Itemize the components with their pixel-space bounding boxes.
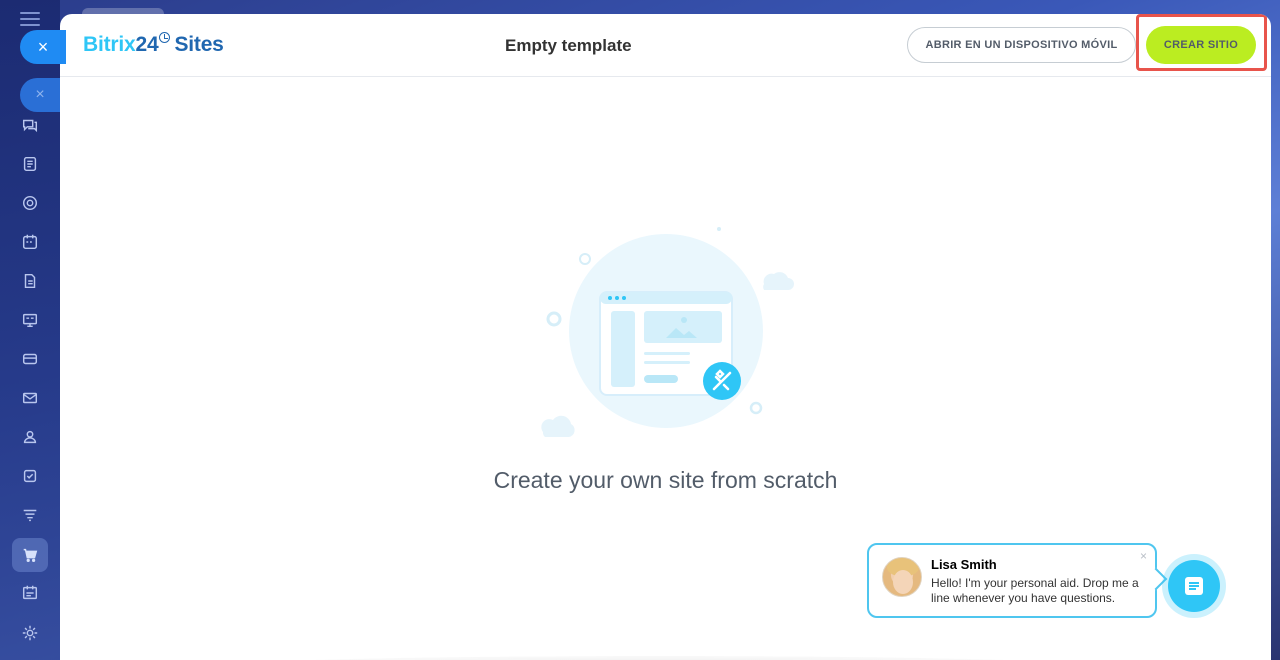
chat-bubble-icon bbox=[1168, 560, 1220, 612]
panel-header: Bitrix24 Sites Empty template ABRIR EN UN… bbox=[60, 14, 1271, 77]
open-chat-button[interactable] bbox=[1162, 554, 1226, 618]
menu-icon[interactable] bbox=[20, 12, 40, 30]
assistant-chat-popup[interactable]: Lisa Smith Hello! I'm your personal aid.… bbox=[867, 543, 1157, 618]
close-icon[interactable]: × bbox=[1140, 549, 1147, 563]
chat-icon[interactable] bbox=[10, 110, 50, 140]
empty-template-illustration bbox=[541, 227, 794, 437]
empty-template-caption: Create your own site from scratch bbox=[493, 467, 838, 493]
cart-icon[interactable] bbox=[10, 540, 50, 570]
presentation-icon[interactable] bbox=[10, 305, 50, 335]
close-previous-slider-button[interactable]: × bbox=[20, 78, 60, 112]
mail-icon[interactable] bbox=[10, 383, 50, 413]
open-on-mobile-button[interactable]: ABRIR EN UN DISPOSITIVO MÓVIL bbox=[907, 27, 1136, 63]
schedule-icon[interactable] bbox=[10, 578, 50, 608]
clock-icon bbox=[159, 32, 171, 43]
page-title: Empty template bbox=[505, 36, 632, 55]
bitrix24-sites-logo: Bitrix24 Sites bbox=[83, 32, 224, 57]
close-icon: × bbox=[35, 86, 45, 103]
avatar bbox=[882, 557, 922, 597]
logo-text-sites: Sites bbox=[174, 33, 224, 56]
contacts-icon[interactable] bbox=[10, 422, 50, 452]
chat-message: Hello! I'm your personal aid. Drop me a … bbox=[931, 576, 1139, 605]
calendar-icon[interactable] bbox=[10, 227, 50, 257]
create-site-button[interactable]: CREAR SITIO bbox=[1146, 26, 1256, 64]
filter-icon[interactable] bbox=[10, 500, 50, 530]
tasks-icon[interactable] bbox=[10, 461, 50, 491]
chat-sender-name: Lisa Smith bbox=[931, 557, 997, 572]
bottom-shadow bbox=[230, 656, 1090, 660]
document-icon[interactable] bbox=[10, 266, 50, 296]
close-icon: × bbox=[37, 36, 49, 57]
feed-icon[interactable] bbox=[10, 149, 50, 179]
settings-icon[interactable] bbox=[10, 618, 50, 648]
logo-text-24: 24 bbox=[135, 33, 159, 56]
card-icon[interactable] bbox=[10, 344, 50, 374]
workflow-icon[interactable] bbox=[10, 188, 50, 218]
logo-text-bitrix: Bitrix bbox=[83, 33, 136, 56]
close-slider-button[interactable]: × bbox=[20, 30, 66, 64]
